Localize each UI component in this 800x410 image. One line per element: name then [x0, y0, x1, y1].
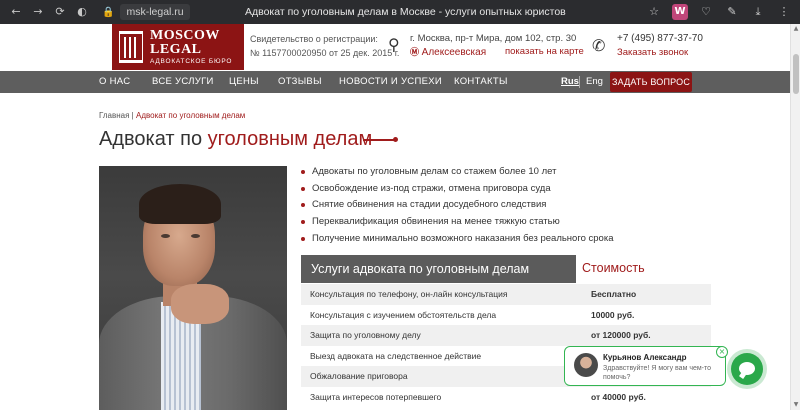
photo-hair [139, 184, 221, 224]
pillar-icon [119, 31, 143, 63]
scroll-up-icon[interactable]: ▲ [791, 24, 800, 34]
pen-icon[interactable]: ✎ [724, 4, 740, 20]
browser-toolbar: ← → ⟳ ◐ 🔒 msk-legal.ru Адвокат по уголов… [0, 0, 800, 24]
lang-ru[interactable]: Rus [561, 71, 579, 93]
advantages-list: Адвокаты по уголовным делам со стажем бо… [301, 164, 614, 247]
nav-reviews[interactable]: ОТЗЫВЫ [278, 71, 322, 93]
scroll-down-icon[interactable]: ▼ [791, 400, 800, 410]
list-item: Освобождение из-под стражи, отмена приго… [301, 181, 614, 198]
photo-hand [171, 284, 229, 324]
download-icon[interactable]: ⤓ [750, 4, 766, 20]
price-cell: от 40000 руб. [591, 391, 646, 402]
registration-info: Свидетельство о регистрации: № 115770002… [250, 32, 399, 60]
phone-icon: ✆ [592, 36, 606, 55]
chat-bubble-icon [739, 362, 755, 375]
nav-contacts[interactable]: КОНТАКТЫ [454, 71, 508, 93]
photo-eye-right [191, 234, 200, 238]
page-tab-title: Адвокат по уголовным делам в Москве - ус… [245, 6, 566, 18]
title-highlight: уголовным делам [207, 128, 373, 150]
callback-link[interactable]: Заказать звонок [617, 46, 703, 60]
scroll-thumb[interactable] [793, 54, 799, 94]
scrollbar[interactable]: ▲ ▼ [790, 24, 800, 410]
list-item: Снятие обвинения на стадии досудебного с… [301, 197, 614, 214]
chat-popup[interactable]: Курьянов Александр Здравствуйте! Я могу … [564, 346, 726, 386]
show-on-map-link[interactable]: показать на карте [505, 46, 584, 57]
forward-icon[interactable]: → [30, 4, 46, 20]
shield-icon[interactable]: ◐ [74, 4, 90, 20]
service-cell: Защита интересов потерпевшего [310, 391, 442, 402]
chat-message: Здравствуйте! Я могу вам чем-то помочь? [603, 365, 712, 381]
table-row: Консультация с изучением обстоятельств д… [301, 305, 711, 326]
breadcrumb-current: Адвокат по уголовным делам [135, 111, 246, 120]
price-cell: от 120000 руб. [581, 325, 711, 346]
reg-line-1: Свидетельство о регистрации: [250, 34, 378, 44]
breadcrumb-home[interactable]: Главная [99, 111, 129, 120]
metro-station: Алексеевская [421, 47, 487, 58]
title-plain: Адвокат по [99, 128, 208, 150]
close-icon[interactable]: × [716, 346, 728, 358]
lang-en[interactable]: Eng [586, 71, 603, 93]
nav-services[interactable]: ВСЕ УСЛУГИ [152, 71, 214, 93]
logo-line-2: LEGAL [150, 42, 202, 57]
chat-button[interactable] [731, 353, 763, 385]
service-cell: Обжалование приговора [301, 366, 581, 387]
services-header: Услуги адвоката по уголовным делам [301, 255, 576, 283]
back-icon[interactable]: ← [8, 4, 24, 20]
service-cell: Консультация с изучением обстоятельств д… [310, 309, 497, 320]
lawyer-photo [99, 166, 287, 410]
breadcrumb: Главная | Адвокат по уголовным делам [99, 111, 245, 120]
service-cell: Консультация по телефону, он-лайн консул… [301, 284, 581, 305]
cost-header: Стоимость [582, 261, 645, 275]
menu-icon[interactable]: ⋮ [776, 4, 792, 20]
chat-agent-name: Курьянов Александр [603, 353, 687, 362]
address-text: г. Москва, пр-т Мира, дом 102, стр. 30 [410, 33, 577, 44]
logo-line-3: АДВОКАТСКОЕ БЮРО [150, 58, 233, 65]
title-decoration [363, 137, 398, 142]
nav-prices[interactable]: ЦЕНЫ [229, 71, 259, 93]
service-cell: Выезд адвоката на следственное действие [310, 350, 482, 361]
reg-line-2: № 1157700020950 от 25 дек. 2015 г. [250, 48, 400, 58]
phone-number[interactable]: +7 (495) 877-37-70 [617, 32, 703, 46]
service-cell: Защита по уголовному делу [301, 325, 581, 346]
list-item: Адвокаты по уголовным делам со стажем бо… [301, 164, 614, 181]
nav-about[interactable]: О НАС [99, 71, 130, 93]
reload-icon[interactable]: ⟳ [52, 4, 68, 20]
lang-divider [579, 76, 580, 88]
table-row: Защита по уголовному делу от 120000 руб. [301, 325, 711, 346]
ask-question-button[interactable]: ЗАДАТЬ ВОПРОС [610, 72, 692, 92]
page-title: Адвокат по уголовным делам [99, 128, 372, 151]
location-pin-icon: ⚲ [388, 35, 400, 54]
heart-icon[interactable]: ♡ [698, 4, 714, 20]
extension-w-icon[interactable]: W [672, 4, 688, 20]
site-header: MOSCOW LEGAL АДВОКАТСКОЕ БЮРО Свидетельс… [0, 24, 790, 71]
list-item: Переквалификация обвинения на менее тяжк… [301, 214, 614, 231]
main-nav: О НАС ВСЕ УСЛУГИ ЦЕНЫ ОТЗЫВЫ НОВОСТИ И У… [0, 71, 790, 93]
lock-icon[interactable]: 🔒 [102, 7, 114, 18]
phone-block: +7 (495) 877-37-70 Заказать звонок [617, 32, 703, 60]
nav-news[interactable]: НОВОСТИ И УСПЕХИ [339, 71, 442, 93]
logo[interactable]: MOSCOW LEGAL АДВОКАТСКОЕ БЮРО [112, 24, 244, 70]
photo-eye-left [161, 234, 170, 238]
address-bar[interactable]: msk-legal.ru [120, 4, 190, 20]
extensions-bar: ☆ W ♡ ✎ ⤓ ⋮ [646, 4, 792, 20]
avatar [574, 353, 598, 377]
table-row: Консультация по телефону, он-лайн консул… [301, 284, 711, 305]
bookmark-icon[interactable]: ☆ [646, 4, 662, 20]
price-cell: Бесплатно [581, 284, 711, 305]
table-row: Защита интересов потерпевшего от 40000 р… [301, 387, 711, 408]
price-cell: 10000 руб. [591, 309, 635, 320]
metro-icon: Ⓜ [410, 48, 420, 58]
list-item: Получение минимально возможного наказани… [301, 231, 614, 248]
